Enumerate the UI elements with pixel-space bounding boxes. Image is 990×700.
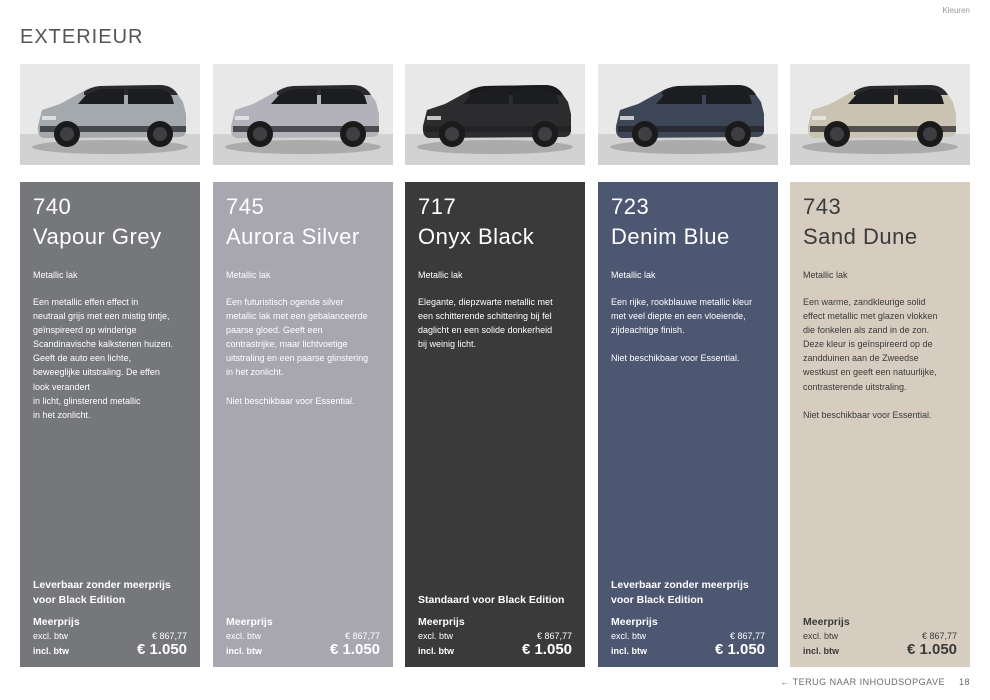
excl-label: excl. btw	[611, 631, 647, 641]
price-excl-row: excl. btw € 867,77	[611, 631, 765, 641]
excl-label: excl. btw	[33, 631, 69, 641]
car-image	[405, 64, 585, 165]
incl-label: incl. btw	[611, 646, 647, 656]
page-title: EXTERIEUR	[20, 26, 144, 48]
excl-price: € 867,77	[536, 631, 572, 641]
incl-label: incl. btw	[803, 646, 839, 656]
excl-price: € 867,77	[344, 631, 380, 641]
page-number: 18	[958, 677, 970, 687]
price-block: Leverbaar zonder meerprijs voor Black Ed…	[611, 578, 765, 658]
arrow-left-icon: ←	[780, 677, 790, 687]
car-image	[790, 64, 970, 165]
price-incl-row: incl. btw € 1.050	[226, 641, 380, 658]
price-excl-row: excl. btw € 867,77	[33, 631, 187, 641]
back-to-toc-link[interactable]: ← TERUG NAAR INHOUDSOPGAVE	[780, 677, 945, 687]
color-description: Elegante, diepzwarte metallic met een sc…	[418, 297, 553, 350]
back-to-toc-label: TERUG NAAR INHOUDSOPGAVE	[792, 677, 945, 687]
availability-note: Niet beschikbaar voor Essential.	[611, 353, 740, 364]
color-card: 740 Vapour Grey Metallic lak Een metalli…	[20, 182, 200, 667]
color-description: Een warme, zandkleurige solid effect met…	[803, 297, 938, 392]
price-incl-row: incl. btw € 1.050	[803, 641, 957, 658]
excl-price: € 867,77	[921, 631, 957, 641]
edition-note: Leverbaar zonder meerprijs voor Black Ed…	[611, 579, 749, 606]
price-label: Meerprijs	[418, 616, 465, 628]
color-description: Een futuristisch ogende silver metallic …	[226, 297, 369, 378]
excl-price: € 867,77	[729, 631, 765, 641]
price-block: Leverbaar zonder meerprijs voor Black Ed…	[33, 578, 187, 658]
availability-note: Niet beschikbaar voor Essential.	[803, 409, 932, 420]
incl-price: € 1.050	[906, 641, 957, 658]
incl-price: € 1.050	[329, 641, 380, 658]
price-label: Meerprijs	[803, 616, 850, 628]
excl-price: € 867,77	[151, 631, 187, 641]
paint-type: Metallic lak	[418, 270, 463, 280]
color-card: 717 Onyx Black Metallic lak Elegante, di…	[405, 182, 585, 667]
color-name: Vapour Grey	[33, 224, 162, 249]
section-label: Kleuren	[942, 6, 970, 15]
car-image	[20, 64, 200, 165]
color-name: Sand Dune	[803, 224, 918, 249]
color-name: Aurora Silver	[226, 224, 360, 249]
color-description: Een metallic effen effect in neutraal gr…	[33, 297, 174, 420]
color-code: 717	[418, 194, 457, 219]
edition-note: Leverbaar zonder meerprijs voor Black Ed…	[33, 579, 171, 606]
color-description: Een rijke, rookblauwe metallic kleur met…	[611, 297, 753, 336]
price-label: Meerprijs	[33, 616, 80, 628]
paint-type: Metallic lak	[611, 270, 656, 280]
car-image	[213, 64, 393, 165]
availability-note: Niet beschikbaar voor Essential.	[226, 395, 355, 406]
incl-label: incl. btw	[226, 646, 262, 656]
excl-label: excl. btw	[226, 631, 262, 641]
car-image	[598, 64, 778, 165]
price-block: Meerprijs excl. btw € 867,77 incl. btw €…	[226, 616, 380, 658]
color-code: 723	[611, 194, 650, 219]
incl-price: € 1.050	[136, 641, 187, 658]
edition-note: Standaard voor Black Edition	[418, 593, 565, 606]
color-code: 745	[226, 194, 265, 219]
price-incl-row: incl. btw € 1.050	[418, 641, 572, 658]
incl-price: € 1.050	[714, 641, 765, 658]
price-incl-row: incl. btw € 1.050	[33, 641, 187, 658]
paint-type: Metallic lak	[33, 270, 78, 280]
incl-price: € 1.050	[521, 641, 572, 658]
excl-label: excl. btw	[418, 631, 454, 641]
price-label: Meerprijs	[611, 616, 658, 628]
price-excl-row: excl. btw € 867,77	[803, 631, 957, 641]
color-name: Denim Blue	[611, 224, 730, 249]
price-excl-row: excl. btw € 867,77	[226, 631, 380, 641]
price-incl-row: incl. btw € 1.050	[611, 641, 765, 658]
price-label: Meerprijs	[226, 616, 273, 628]
incl-label: incl. btw	[33, 646, 69, 656]
color-card: 745 Aurora Silver Metallic lak Een futur…	[213, 182, 393, 667]
color-code: 740	[33, 194, 72, 219]
color-card: 723 Denim Blue Metallic lak Een rijke, r…	[598, 182, 778, 667]
price-excl-row: excl. btw € 867,77	[418, 631, 572, 641]
paint-type: Metallic lak	[226, 270, 271, 280]
price-block: Standaard voor Black Edition Meerprijs e…	[418, 593, 572, 659]
color-name: Onyx Black	[418, 224, 535, 249]
color-card: 743 Sand Dune Metallic lak Een warme, za…	[790, 182, 970, 667]
excl-label: excl. btw	[803, 631, 839, 641]
paint-type: Metallic lak	[803, 270, 848, 280]
incl-label: incl. btw	[418, 646, 454, 656]
price-block: Meerprijs excl. btw € 867,77 incl. btw €…	[803, 616, 957, 658]
color-code: 743	[803, 194, 842, 219]
footer: ← TERUG NAAR INHOUDSOPGAVE 18	[780, 677, 970, 687]
